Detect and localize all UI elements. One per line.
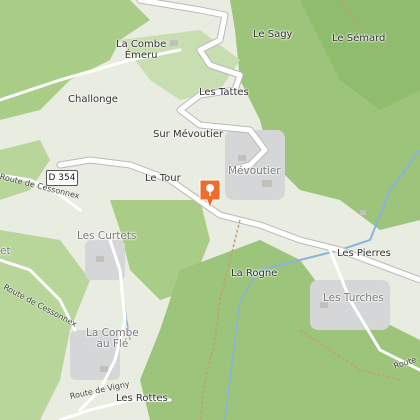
label-la-rogne: La Rogne [231, 268, 278, 279]
label-et: et [0, 245, 11, 257]
map-view[interactable]: La Combe Émeru Le Sagy Le Sémard Challon… [0, 0, 420, 420]
label-les-pierres: Les Pierres [337, 248, 391, 259]
label-le-tour: Le Tour [145, 173, 181, 184]
label-les-tattes: Les Tattes [199, 87, 249, 98]
label-challonge: Challonge [68, 94, 118, 105]
label-la-combe-emeru: La Combe Émeru [116, 39, 167, 61]
road-shield-d354: D 354 [46, 170, 78, 186]
label-la-combe-au-fle: La Combe au Flé [86, 327, 139, 350]
label-sur-mevoutier: Sur Mévoutier [153, 129, 224, 140]
label-les-rottes: Les Rottes [116, 393, 168, 404]
label-les-turches: Les Turches [323, 292, 384, 304]
label-le-semard: Le Sémard [332, 33, 386, 44]
label-mevoutier: Mévoutier [228, 165, 281, 177]
label-le-sagy: Le Sagy [253, 29, 293, 40]
label-les-curtets: Les Curtets [77, 230, 137, 242]
location-pin-icon[interactable] [198, 178, 222, 210]
